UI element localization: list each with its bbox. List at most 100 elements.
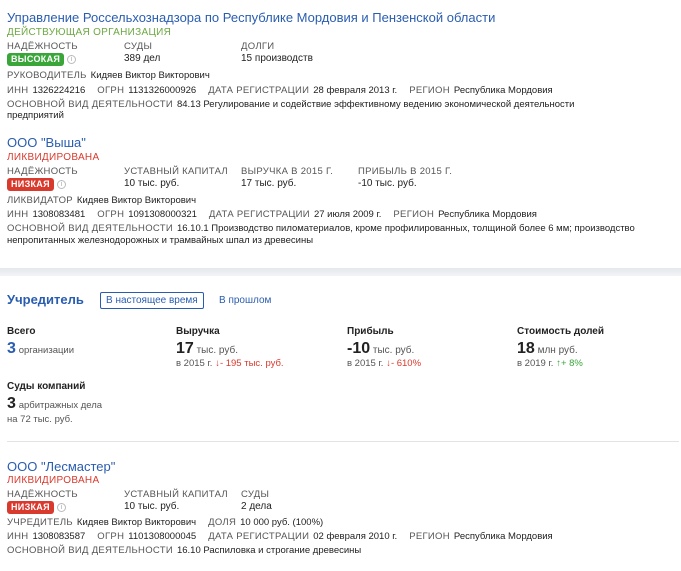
region-value: Республика Мордовия <box>438 209 537 220</box>
shares-change-row: в 2019 г. ↑+ 8% <box>517 358 583 369</box>
ogrn-label: ОГРН <box>97 85 125 96</box>
info-icon[interactable]: i <box>56 502 66 512</box>
regdate-label: ДАТА РЕГИСТРАЦИИ <box>208 85 310 96</box>
liquidator-row: ЛИКВИДАТОР Кидяев Виктор Викторович <box>7 195 208 206</box>
shares-label: Стоимость долей <box>517 326 605 337</box>
regdate-value: 02 февраля 2010 г. <box>313 531 398 542</box>
profit-change-row: в 2015 г. ↓- 610% <box>347 358 421 369</box>
profit-value: -10 <box>347 340 371 357</box>
inn-value: 1308083587 <box>32 531 86 542</box>
activity-label: ОСНОВНОЙ ВИД ДЕЯТЕЛЬНОСТИ <box>7 545 173 556</box>
tab-current[interactable]: В настоящее время <box>100 292 204 309</box>
share-label: ДОЛЯ <box>208 517 237 528</box>
shares-unit: млн руб. <box>537 345 578 356</box>
regdate-value: 27 июля 2009 г. <box>313 209 382 220</box>
company-title-link[interactable]: Управление Россельхознадзора по Республи… <box>7 10 495 25</box>
head-value[interactable]: Кидяев Виктор Викторович <box>91 70 210 81</box>
revenue-label: ВЫРУЧКА В 2015 Г. <box>241 166 334 177</box>
inn-label: ИНН <box>7 531 29 542</box>
activity-value: 16.10.1 Производство пиломатериалов, кро… <box>176 223 635 234</box>
total-value[interactable]: 3 <box>7 340 16 357</box>
reliability-value: НИЗКАЯ i <box>7 501 66 514</box>
company-title-link[interactable]: ООО "Выша" <box>7 135 86 150</box>
reliability-value: НИЗКАЯ i <box>7 178 66 191</box>
company-courts-unit: арбитражных дела <box>18 400 103 411</box>
activity-value-cont: непропитанных железнодорожных и трамвайн… <box>7 235 314 246</box>
profit-year: в 2015 г. <box>347 358 384 369</box>
activity-value-cont: предприятий <box>7 110 64 121</box>
reliability-badge-low: НИЗКАЯ <box>7 501 54 514</box>
founder-section-title: Учредитель <box>7 292 84 307</box>
company-courts-value: 3 <box>7 395 16 412</box>
activity-value: 84.13 Регулирование и содействие эффекти… <box>176 99 575 110</box>
ogrn-value: 1101308000045 <box>128 531 197 542</box>
reliability-label: НАДЁЖНОСТЬ <box>7 166 78 177</box>
revenue-change-row: в 2015 г. ↓- 195 тыс. руб. <box>176 358 284 369</box>
company-courts-stat: 3 арбитражных дела <box>7 395 102 413</box>
liquidator-value[interactable]: Кидяев Виктор Викторович <box>77 195 196 206</box>
ogrn-label: ОГРН <box>97 531 125 542</box>
capital-label: УСТАВНЫЙ КАПИТАЛ <box>124 489 228 500</box>
profit-label: ПРИБЫЛЬ В 2015 Г. <box>358 166 453 177</box>
activity-row: ОСНОВНОЙ ВИД ДЕЯТЕЛЬНОСТИ 16.10 Распиловк… <box>7 545 373 556</box>
company-status: ЛИКВИДИРОВАНА <box>7 475 100 486</box>
requisites-row: ИНН 1326224216 ОГРН 1131326000926 ДАТА РЕГИС… <box>7 85 565 96</box>
capital-value: 10 тыс. руб. <box>124 501 180 512</box>
company-courts-label: Суды компаний <box>7 381 86 392</box>
head-row: РУКОВОДИТЕЛЬ Кидяев Виктор Викторович <box>7 70 222 81</box>
inn-value: 1308083481 <box>32 209 86 220</box>
region-label: РЕГИОН <box>393 209 435 220</box>
share-value: 10 000 руб. (100%) <box>240 517 324 528</box>
debts-value: 15 производств <box>241 53 313 64</box>
inn-label: ИНН <box>7 209 29 220</box>
activity-row: ОСНОВНОЙ ВИД ДЕЯТЕЛЬНОСТИ 16.10.1 Произво… <box>7 223 647 234</box>
region-label: РЕГИОН <box>409 85 450 96</box>
activity-label: ОСНОВНОЙ ВИД ДЕЯТЕЛЬНОСТИ <box>7 223 173 234</box>
revenue-unit: тыс. руб. <box>196 345 238 356</box>
region-value: Республика Мордовия <box>453 531 553 542</box>
shares-value: 18 <box>517 340 535 357</box>
profit-change: ↓- 610% <box>386 358 422 369</box>
reliability-badge-low: НИЗКАЯ <box>7 178 54 191</box>
revenue-value: 17 тыс. руб. <box>241 178 297 189</box>
total-stat: 3 организации <box>7 340 74 358</box>
activity-label: ОСНОВНОЙ ВИД ДЕЯТЕЛЬНОСТИ <box>7 99 173 110</box>
divider <box>7 441 679 442</box>
reliability-label: НАДЁЖНОСТЬ <box>7 41 78 52</box>
capital-label: УСТАВНЫЙ КАПИТАЛ <box>124 166 228 177</box>
requisites-row: ИНН 1308083587 ОГРН 1101308000045 ДАТА РЕГИС… <box>7 531 565 542</box>
inn-value: 1326224216 <box>32 85 86 96</box>
tab-past[interactable]: В прошлом <box>214 293 276 308</box>
liquidator-label: ЛИКВИДАТОР <box>7 195 73 206</box>
courts-value: 2 дела <box>241 501 272 512</box>
region-label: РЕГИОН <box>409 531 450 542</box>
courts-label: СУДЫ <box>124 41 153 52</box>
capital-value: 10 тыс. руб. <box>124 178 180 189</box>
founder-label: УЧРЕДИТЕЛЬ <box>7 517 73 528</box>
regdate-label: ДАТА РЕГИСТРАЦИИ <box>208 531 310 542</box>
total-label: Всего <box>7 326 36 337</box>
revenue-label: Выручка <box>176 326 220 337</box>
founder-value[interactable]: Кидяев Виктор Викторович <box>77 517 196 528</box>
requisites-row: ИНН 1308083481 ОГРН 1091308000321 ДАТА РЕГИС… <box>7 209 549 220</box>
inn-label: ИНН <box>7 85 29 96</box>
shares-year: в 2019 г. <box>517 358 554 369</box>
activity-row-cont: предприятий <box>7 110 76 121</box>
courts-label: СУДЫ <box>241 489 270 500</box>
debts-label: ДОЛГИ <box>241 41 275 52</box>
info-icon[interactable]: i <box>56 179 66 189</box>
regdate-value: 28 февраля 2013 г. <box>313 85 398 96</box>
reliability-label: НАДЁЖНОСТЬ <box>7 489 78 500</box>
regdate-label: ДАТА РЕГИСТРАЦИИ <box>208 209 310 220</box>
info-icon[interactable]: i <box>67 54 77 64</box>
company-title-link[interactable]: ООО "Лесмастер" <box>7 459 115 474</box>
section-divider <box>0 268 681 276</box>
ogrn-value: 1131326000926 <box>128 85 197 96</box>
company-status: ЛИКВИДИРОВАНА <box>7 152 100 163</box>
reliability-badge-high: ВЫСОКАЯ <box>7 53 65 66</box>
ogrn-label: ОГРН <box>97 209 125 220</box>
reliability-value: ВЫСОКАЯ i <box>7 53 77 66</box>
profit-unit: тыс. руб. <box>372 345 415 356</box>
courts-value: 389 дел <box>124 53 161 64</box>
activity-value: 16.10 Распиловка и строгание древесины <box>176 545 362 556</box>
